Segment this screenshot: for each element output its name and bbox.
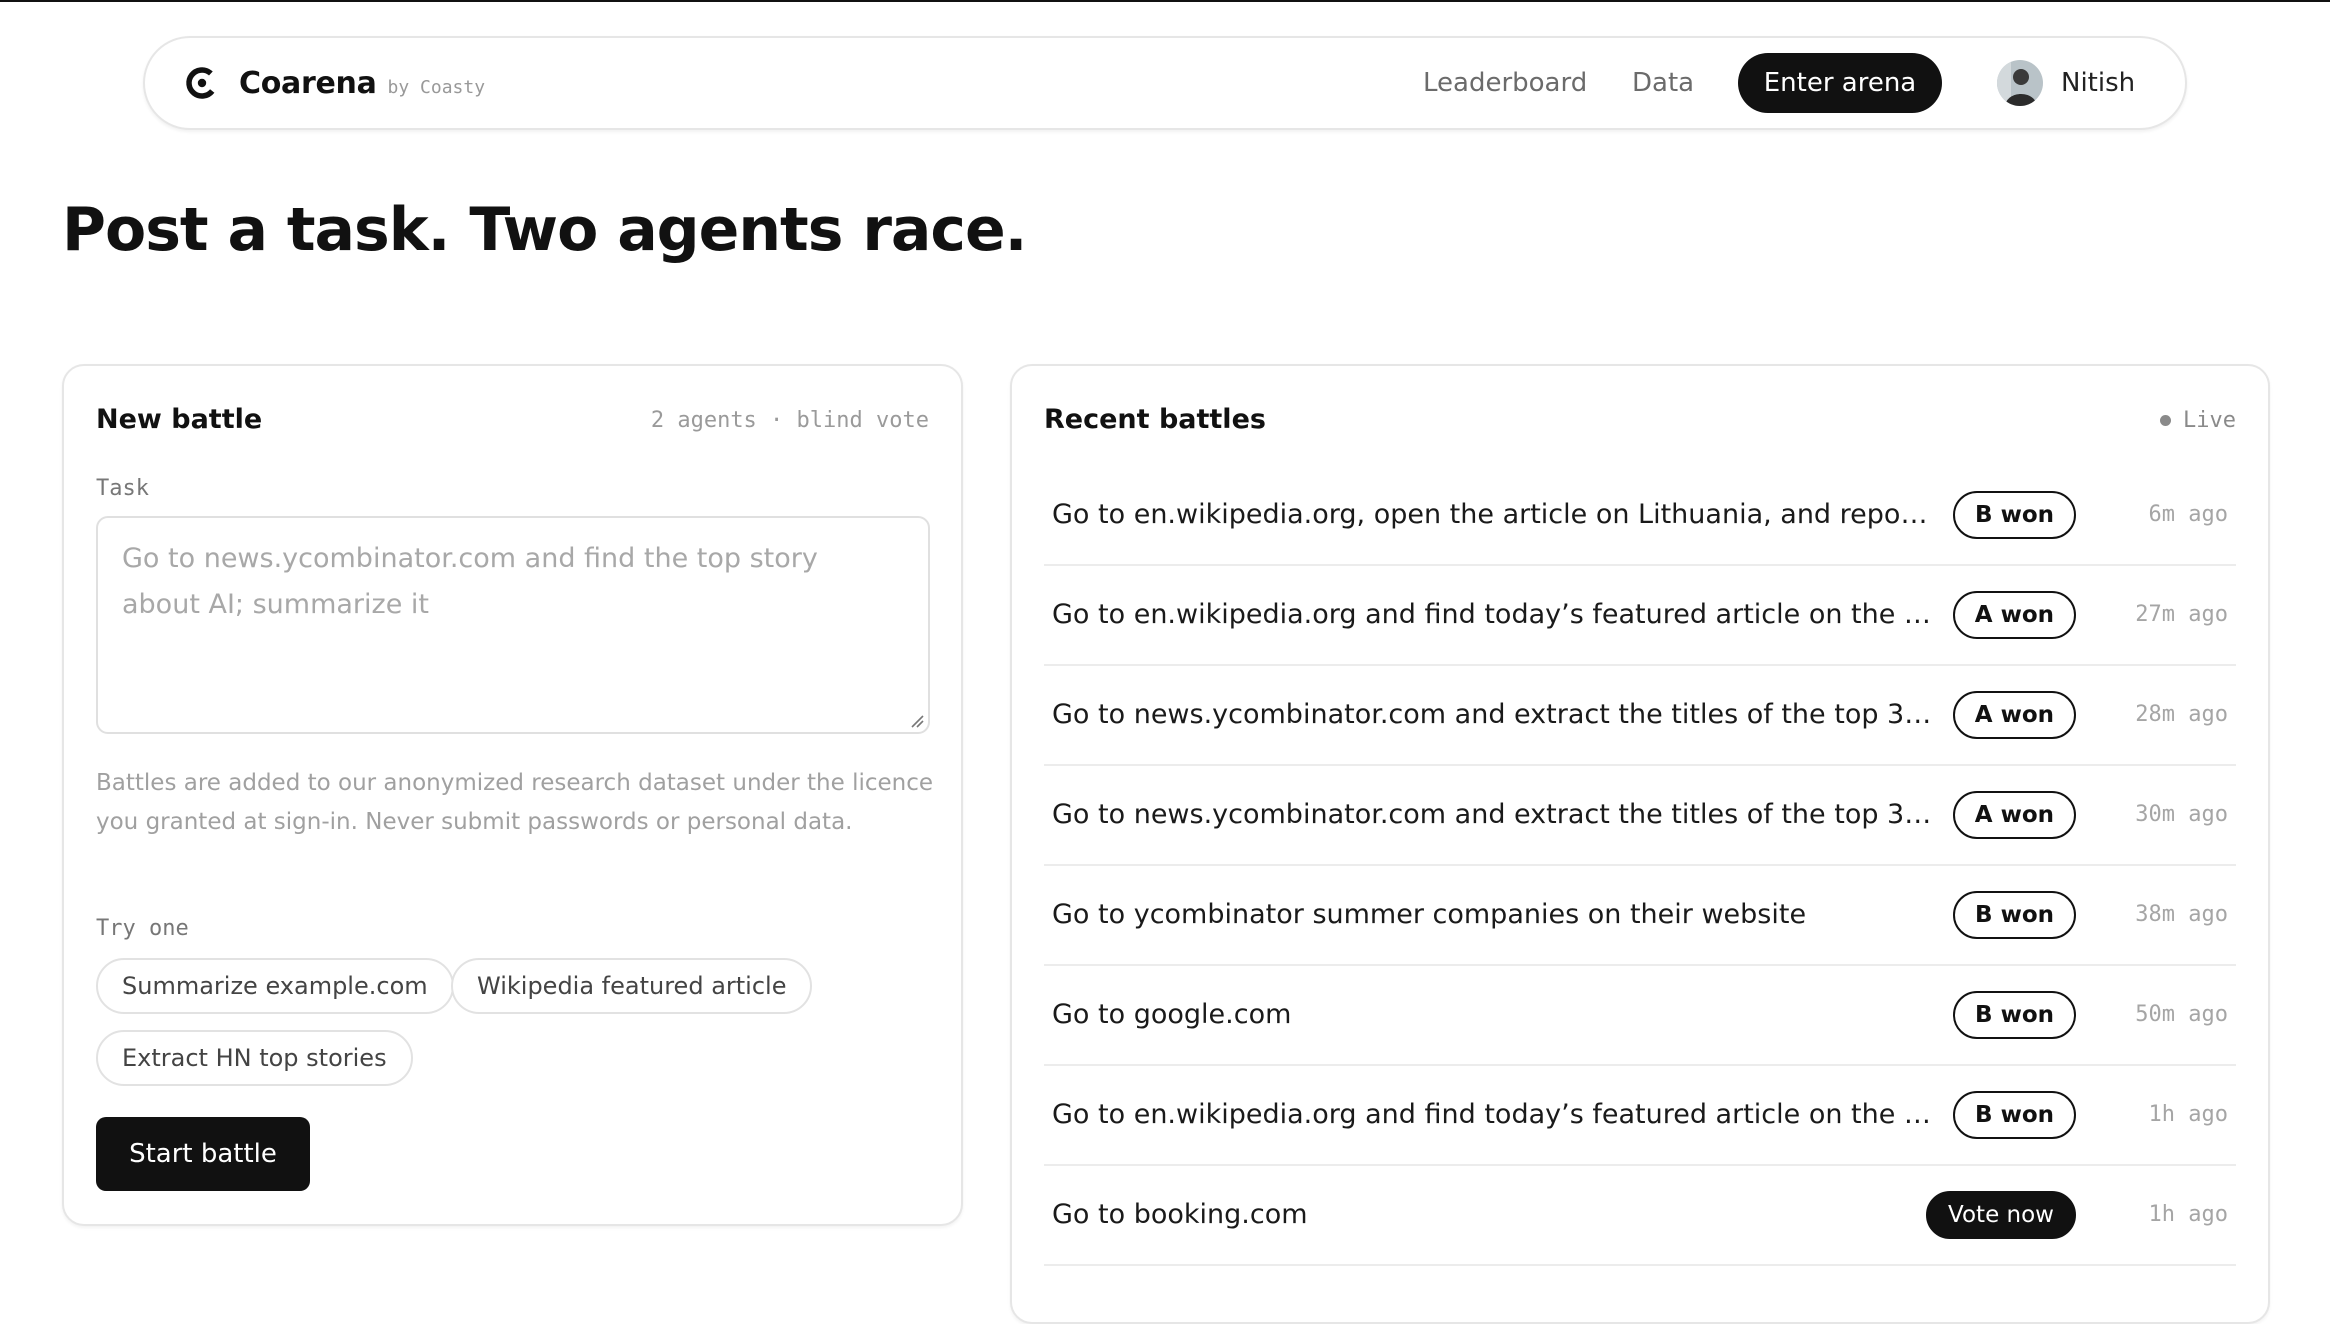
live-dot-icon bbox=[2160, 415, 2172, 426]
brand[interactable]: Coarena by Coasty bbox=[185, 38, 485, 128]
task-placeholder: Go to news.ycombinator.com and find the … bbox=[122, 543, 818, 620]
page-title: Post a task. Two agents race. bbox=[62, 195, 1027, 265]
resize-handle-icon[interactable] bbox=[910, 714, 924, 728]
enter-arena-button[interactable]: Enter arena bbox=[1738, 53, 1942, 113]
nav-link-leaderboard[interactable]: Leaderboard bbox=[1423, 38, 1587, 128]
dataset-notice: Battles are added to our anonymized rese… bbox=[96, 770, 934, 835]
result-badge: A won bbox=[1952, 591, 2076, 639]
live-label: Live bbox=[2183, 408, 2236, 433]
battle-task: Go to ycombinator summer companies on th… bbox=[1052, 899, 1807, 930]
avatar bbox=[1997, 60, 2043, 106]
battle-task: Go to en.wikipedia.org and find today’s … bbox=[1052, 599, 1931, 630]
vote-now-button[interactable]: Vote now bbox=[1926, 1191, 2076, 1239]
battle-task: Go to news.ycombinator.com and extract t… bbox=[1052, 699, 1932, 730]
battle-task: Go to en.wikipedia.org, open the article… bbox=[1052, 499, 1932, 530]
nav-link-data[interactable]: Data bbox=[1632, 38, 1694, 128]
brand-byline: by Coasty bbox=[387, 76, 486, 98]
battle-time: 50m ago bbox=[2135, 1002, 2228, 1027]
battle-time: 38m ago bbox=[2135, 902, 2228, 927]
battle-list: Go to en.wikipedia.org, open the article… bbox=[1044, 466, 2236, 1266]
recent-battles-card: Recent battles Live Go to en.wikipedia.o… bbox=[1010, 364, 2270, 1324]
battle-time: 1h ago bbox=[2148, 1102, 2228, 1127]
battle-time: 27m ago bbox=[2135, 602, 2228, 627]
battle-time: 1h ago bbox=[2148, 1202, 2228, 1227]
result-badge: B won bbox=[1953, 1091, 2076, 1139]
list-item[interactable]: Go to en.wikipedia.org, open the article… bbox=[1044, 466, 2236, 566]
brand-name: Coarena bbox=[239, 65, 377, 101]
list-item[interactable]: Go to en.wikipedia.org and find today’s … bbox=[1044, 1066, 2236, 1166]
top-nav: Coarena by Coasty Leaderboard Data Enter… bbox=[143, 36, 2187, 130]
battle-time: 30m ago bbox=[2135, 802, 2228, 827]
coarena-logo-icon bbox=[186, 67, 218, 99]
battle-meta: 2 agents · blind vote bbox=[650, 408, 929, 433]
suggestion-chip[interactable]: Extract HN top stories bbox=[96, 1030, 413, 1086]
result-badge: A won bbox=[1952, 691, 2076, 739]
user-name: Nitish bbox=[2061, 68, 2136, 98]
try-one-label: Try one bbox=[96, 916, 189, 941]
battle-task: Go to en.wikipedia.org and find today’s … bbox=[1052, 1099, 1931, 1130]
battle-time: 6m ago bbox=[2148, 502, 2228, 527]
result-badge: A won bbox=[1952, 791, 2076, 839]
battle-time: 28m ago bbox=[2135, 702, 2228, 727]
start-battle-button[interactable]: Start battle bbox=[96, 1117, 310, 1191]
list-item[interactable]: Go to en.wikipedia.org and find today’s … bbox=[1044, 566, 2236, 666]
list-item[interactable]: Go to ycombinator summer companies on th… bbox=[1044, 866, 2236, 966]
battle-task: Go to booking.com bbox=[1052, 1199, 1308, 1230]
new-battle-card: New battle 2 agents · blind vote Task Go… bbox=[62, 364, 963, 1226]
top-border bbox=[0, 0, 2330, 2]
task-label: Task bbox=[96, 476, 149, 501]
suggestion-chip[interactable]: Wikipedia featured article bbox=[451, 958, 813, 1014]
battle-task: Go to google.com bbox=[1052, 999, 1292, 1030]
suggestion-chip[interactable]: Summarize example.com bbox=[96, 958, 454, 1014]
user-menu[interactable]: Nitish bbox=[1997, 38, 2135, 128]
new-battle-title: New battle bbox=[96, 404, 263, 435]
result-badge: B won bbox=[1953, 891, 2076, 939]
live-indicator: Live bbox=[2160, 408, 2236, 433]
task-input[interactable]: Go to news.ycombinator.com and find the … bbox=[96, 516, 930, 734]
result-badge: B won bbox=[1953, 491, 2076, 539]
list-item[interactable]: Go to booking.com Vote now 1h ago bbox=[1044, 1166, 2236, 1266]
recent-battles-title: Recent battles bbox=[1044, 404, 1266, 435]
list-item[interactable]: Go to google.com B won 50m ago bbox=[1044, 966, 2236, 1066]
result-badge: B won bbox=[1953, 991, 2076, 1039]
list-item[interactable]: Go to news.ycombinator.com and extract t… bbox=[1044, 666, 2236, 766]
battle-task: Go to news.ycombinator.com and extract t… bbox=[1052, 799, 1932, 830]
list-item[interactable]: Go to news.ycombinator.com and extract t… bbox=[1044, 766, 2236, 866]
